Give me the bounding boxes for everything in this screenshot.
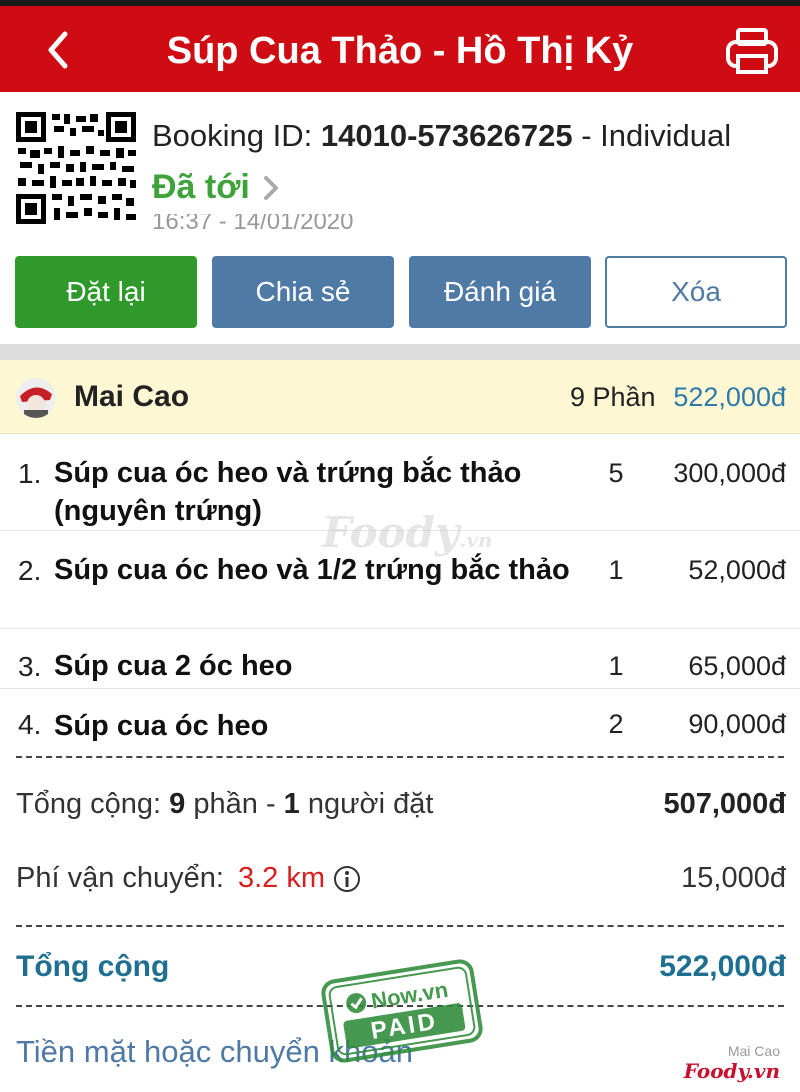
printer-icon	[726, 28, 778, 74]
item-name: Súp cua óc heo và 1/2 trứng bắc thảo	[54, 554, 570, 586]
page-title: Súp Cua Thảo - Hồ Thị Kỷ	[166, 30, 634, 72]
item-number: 2.	[18, 555, 42, 586]
shipping-row: Phí vận chuyển: 3.2 km 15,000đ	[16, 862, 786, 895]
share-button[interactable]: Chia sẻ	[212, 256, 394, 328]
item-price: 65,000đ	[688, 651, 786, 681]
status-label: Đã tới	[152, 168, 250, 206]
subtotal-people: 1	[283, 788, 300, 820]
item-quantity: 2	[608, 709, 624, 739]
orderer-portions: 9 Phần	[570, 382, 656, 412]
item-name: Súp cua óc heo	[54, 710, 269, 742]
shipping-value: 15,000đ	[681, 862, 786, 894]
foody-watermark: Foody.vn	[322, 508, 492, 557]
item-price: 300,000đ	[673, 458, 786, 488]
corner-branding: Mai Cao Foody.vn	[684, 1043, 780, 1083]
booking-status[interactable]: Đã tới	[152, 168, 280, 207]
item-quantity: 5	[608, 458, 624, 488]
booking-time: 16:37 - 14/01/2020	[152, 208, 354, 235]
orderer-total: 522,000đ	[673, 382, 786, 412]
app-header: Súp Cua Thảo - Hồ Thị Kỷ	[0, 0, 800, 92]
grand-total-label: Tổng cộng	[16, 950, 170, 983]
qr-code-icon	[14, 110, 138, 226]
item-number: 3.	[18, 651, 42, 682]
corner-username: Mai Cao	[727, 1043, 780, 1059]
print-button[interactable]	[724, 24, 780, 80]
booking-id-value: 14010-573626725	[320, 118, 573, 153]
orderer-name: Mai Cao	[74, 380, 190, 413]
shipping-label: Phí vận chuyển:	[16, 862, 224, 894]
dashed-divider	[16, 925, 784, 927]
section-divider	[0, 344, 800, 360]
orderer-row: Mai Cao 9 Phần 522,000đ	[0, 360, 800, 434]
subtotal-label: Tổng cộng:	[16, 788, 162, 820]
booking-id-label: Booking ID:	[152, 118, 313, 153]
subtotal-row: Tổng cộng: 9 phần - 1 người đặt 507,000đ	[16, 788, 786, 821]
shipping-distance: 3.2 km	[237, 862, 326, 894]
back-button[interactable]	[30, 20, 86, 80]
grand-total-value: 522,000đ	[659, 950, 786, 983]
item-number: 1.	[18, 458, 42, 489]
item-quantity: 1	[608, 555, 624, 585]
stamp-text: PAID	[369, 1008, 440, 1045]
dashed-divider	[16, 756, 784, 758]
reorder-button[interactable]: Đặt lại	[15, 256, 197, 328]
list-item: 3. Súp cua 2 óc heo 1 65,000đ	[0, 629, 800, 689]
item-price: 52,000đ	[688, 555, 786, 585]
delete-button[interactable]: Xóa	[605, 256, 787, 328]
item-name: Súp cua 2 óc heo	[54, 650, 293, 682]
info-icon[interactable]	[333, 865, 361, 893]
booking-id-line: Booking ID: 14010-573626725 - Individual	[152, 118, 731, 154]
corner-brand-logo: Foody.vn	[683, 1059, 780, 1083]
item-number: 4.	[18, 709, 42, 740]
item-name: Súp cua óc heo và trứng bắc thảo (nguyên…	[54, 457, 522, 527]
avatar	[16, 378, 56, 418]
subtotal-count: 9	[169, 788, 186, 820]
list-item: 4. Súp cua óc heo 2 90,000đ	[0, 689, 800, 751]
watermark-brand: Foody	[322, 508, 460, 557]
subtotal-unit: phần -	[193, 788, 276, 820]
booking-type: - Individual	[581, 118, 732, 153]
watermark-suffix: .vn	[459, 528, 493, 552]
item-price: 90,000đ	[688, 709, 786, 739]
item-quantity: 1	[608, 651, 624, 681]
chevron-right-icon	[263, 175, 278, 200]
rate-button[interactable]: Đánh giá	[409, 256, 591, 328]
subtotal-people-label: người đặt	[307, 788, 434, 820]
back-arrow-icon	[48, 31, 68, 69]
subtotal-value: 507,000đ	[663, 788, 786, 820]
